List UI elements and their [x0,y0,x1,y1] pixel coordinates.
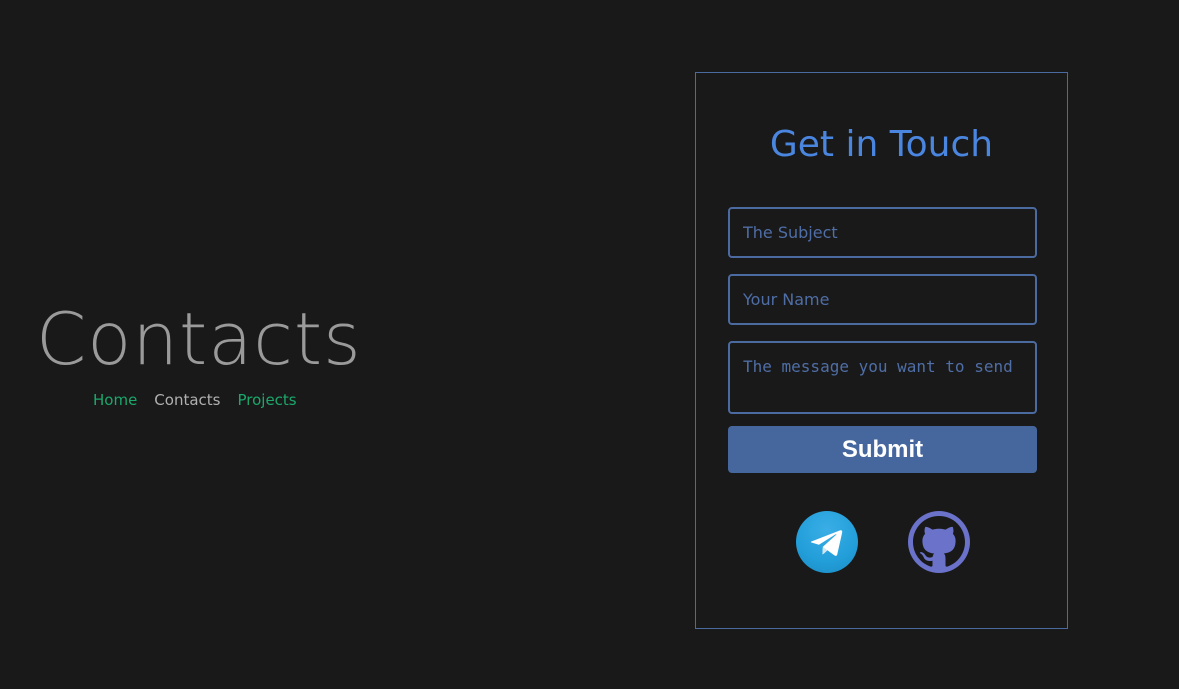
name-input[interactable] [728,274,1037,325]
contacts-page: Contacts Home Contacts Projects Get in T… [0,0,1179,689]
subject-input[interactable] [728,207,1037,258]
contact-form-card: Get in Touch Submit [695,72,1068,629]
main-nav: Home Contacts Projects [93,390,297,410]
telegram-link[interactable] [796,511,858,573]
message-textarea[interactable] [728,341,1037,414]
nav-link-projects[interactable]: Projects [237,390,296,410]
form-title: Get in Touch [769,124,994,165]
nav-link-contacts[interactable]: Contacts [154,390,220,410]
github-icon [913,516,965,567]
nav-link-home[interactable]: Home [93,390,137,410]
submit-button[interactable]: Submit [728,426,1037,473]
hero-section: Contacts Home Contacts Projects [36,296,362,409]
telegram-icon [810,530,843,556]
social-links [796,511,976,573]
github-link[interactable] [908,511,970,573]
page-title: Contacts [36,297,362,381]
